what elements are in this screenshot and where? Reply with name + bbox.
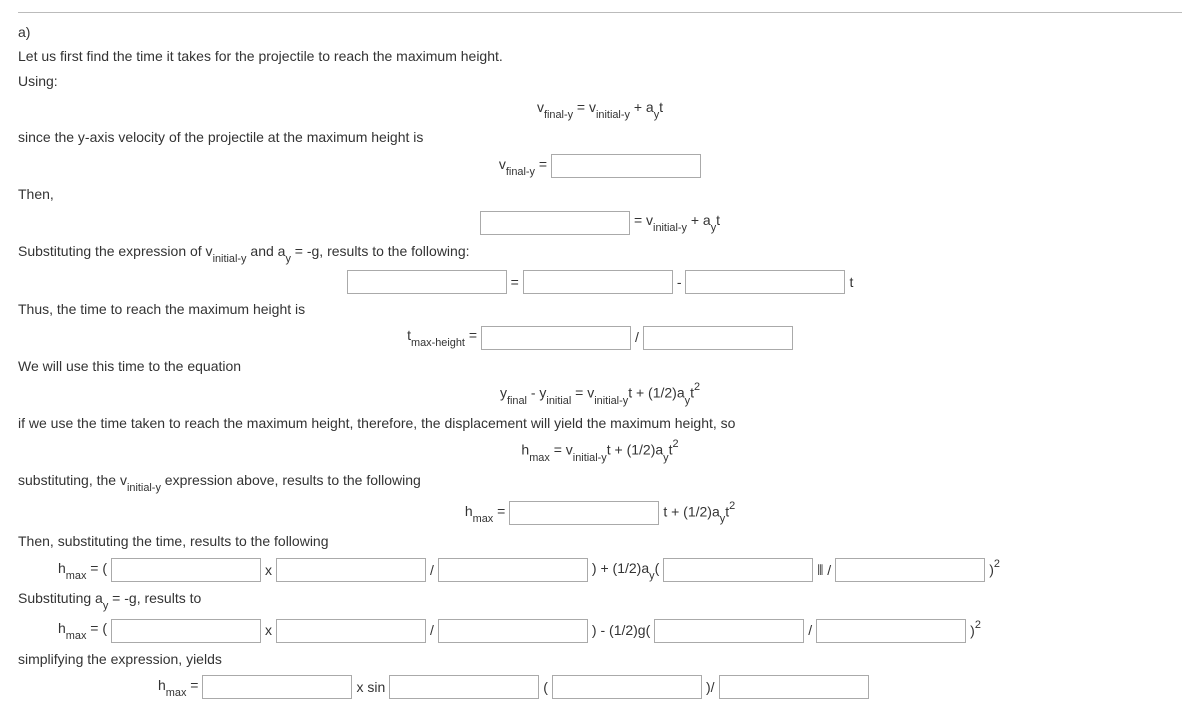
text-line-7: We will use this time to the equation [18,355,1182,377]
equation-5: tmax-height = / [18,324,1182,350]
eq4-rhs2-input[interactable] [685,270,845,294]
eq11-c-input[interactable] [552,675,702,699]
text-line-12: simplifying the expression, yields [18,648,1182,670]
eq11-b-input[interactable] [389,675,539,699]
eq9-b-input[interactable] [276,558,426,582]
equation-8: hmax = t + (1/2)ayt2 [18,500,1182,527]
eq10-b-input[interactable] [276,619,426,643]
settings-icon: ⦀ / [817,559,831,581]
eq10-e-input[interactable] [816,619,966,643]
equation-1: vfinal-y = vinitial-y + ayt [18,96,1182,122]
eq5-den-input[interactable] [643,326,793,350]
text-then: Then, [18,183,1182,205]
text-line-11: Substituting ay = -g, results to [18,587,1182,613]
equation-3: = vinitial-y + ayt [18,209,1182,235]
text-line-8: if we use the time taken to reach the ma… [18,412,1182,434]
text-line-9: substituting, the vinitial-y expression … [18,469,1182,495]
eq10-c-input[interactable] [438,619,588,643]
eq9-a-input[interactable] [111,558,261,582]
text-line-10: Then, substituting the time, results to … [18,530,1182,552]
eq8-input[interactable] [509,501,659,525]
text-line-5: Substituting the expression of vinitial-… [18,240,1182,266]
equation-6: yfinal - yinitial = vinitial-yt + (1/2)a… [18,381,1182,408]
equation-7: hmax = vinitial-yt + (1/2)ayt2 [18,438,1182,465]
eq5-num-input[interactable] [481,326,631,350]
eq10-a-input[interactable] [111,619,261,643]
text-line-6: Thus, the time to reach the maximum heig… [18,298,1182,320]
eq10-d-input[interactable] [654,619,804,643]
equation-10: hmax = ( x / ) - (1/2)g( / )2 [18,617,1182,643]
text-line-1: Let us first find the time it takes for … [18,45,1182,67]
text-line-2: Using: [18,70,1182,92]
part-label: a) [18,21,1182,43]
text-line-3: since the y-axis velocity of the project… [18,126,1182,148]
vfinal-y-input[interactable] [551,154,701,178]
equation-4: = - t [18,270,1182,294]
eq4-lhs-input[interactable] [347,270,507,294]
eq9-e-input[interactable] [835,558,985,582]
eq3-lhs-input[interactable] [480,211,630,235]
eq4-rhs1-input[interactable] [523,270,673,294]
equation-11: hmax = x sin ( )/ [18,674,1182,700]
eq11-d-input[interactable] [719,675,869,699]
eq9-c-input[interactable] [438,558,588,582]
equation-9: hmax = ( x / ) + (1/2)ay( ⦀ / )2 [18,557,1182,583]
eq9-d-input[interactable] [663,558,813,582]
eq11-a-input[interactable] [202,675,352,699]
equation-2: vfinal-y = [18,153,1182,179]
